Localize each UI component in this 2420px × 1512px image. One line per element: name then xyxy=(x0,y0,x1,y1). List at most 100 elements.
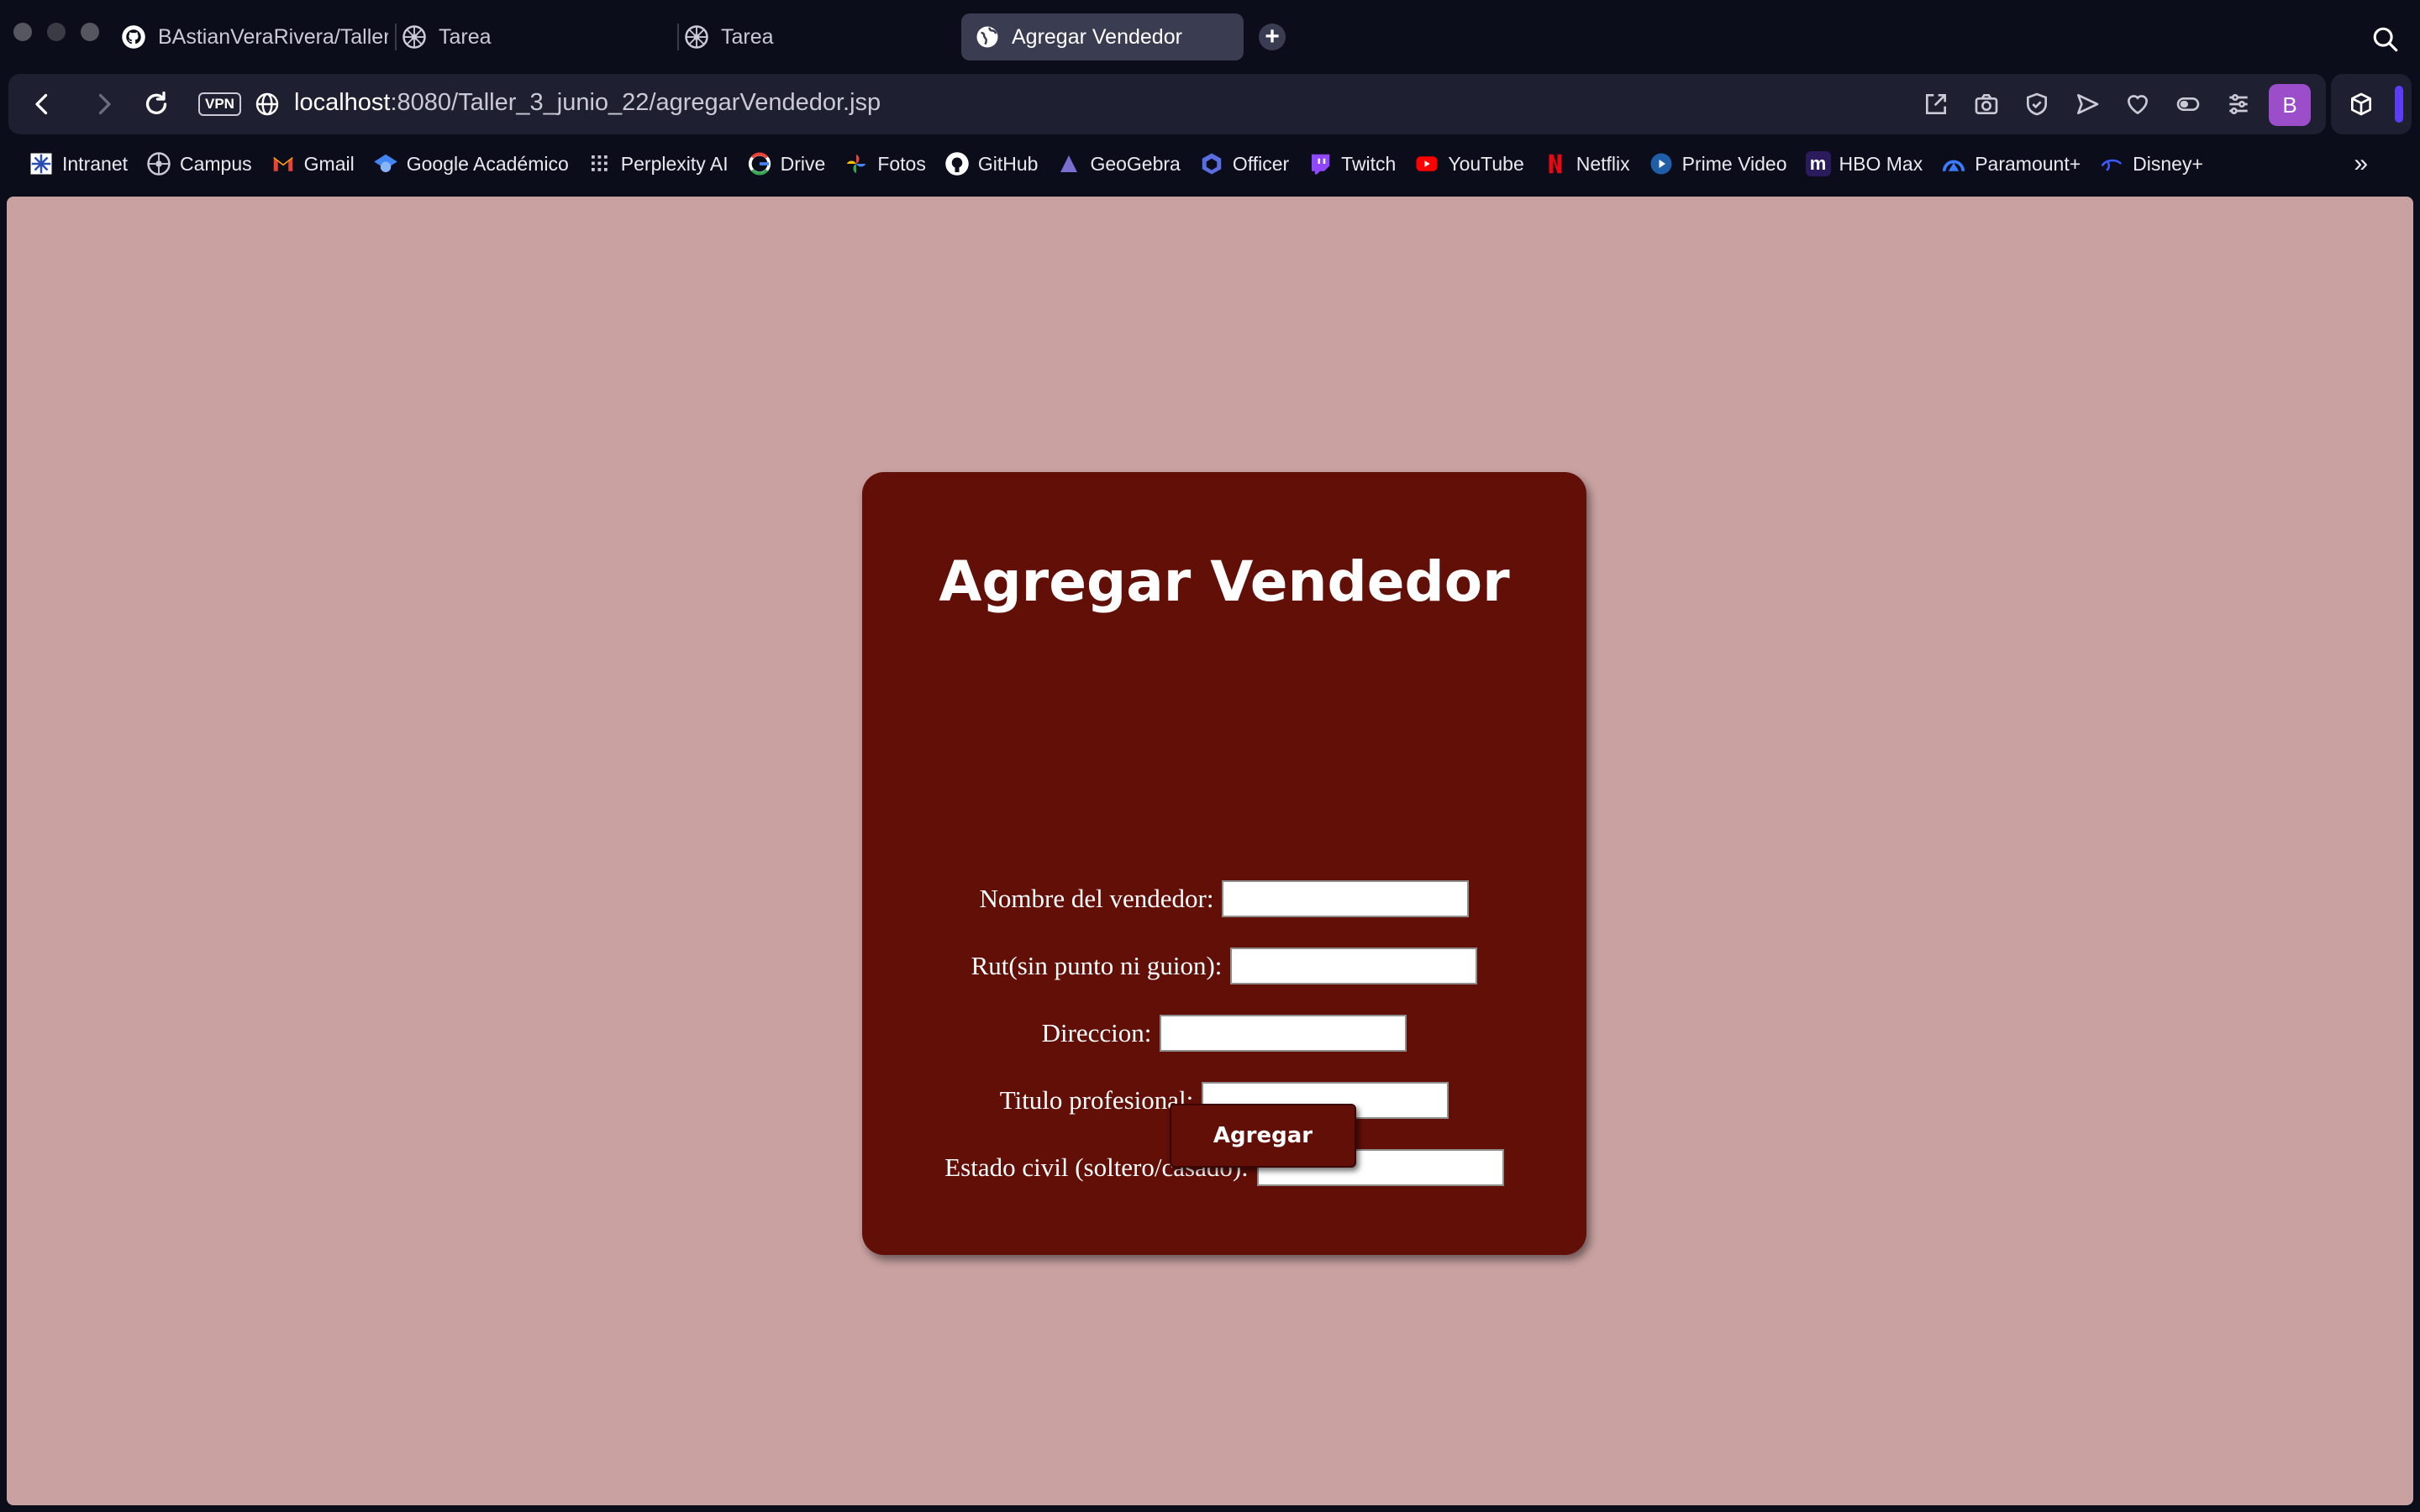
scholar-icon xyxy=(373,151,398,176)
gmail-icon xyxy=(271,151,296,176)
nombre-label: Nombre del vendedor: xyxy=(979,884,1214,913)
site-info-icon[interactable] xyxy=(254,91,281,118)
bookmark-label: Gmail xyxy=(303,152,355,175)
bookmark-github[interactable]: GitHub xyxy=(944,151,1039,176)
rut-label: Rut(sin punto ni guion): xyxy=(971,951,1223,980)
bookmark-label: Campus xyxy=(180,152,252,175)
tab-github[interactable]: BAstianVeraRivera/Taller xyxy=(108,13,388,60)
campus-icon xyxy=(685,25,708,49)
bookmark-officer[interactable]: Officer xyxy=(1199,151,1289,176)
google-icon xyxy=(747,151,772,176)
window-close-button[interactable] xyxy=(13,23,32,41)
tab-title: Tarea xyxy=(439,24,492,49)
direccion-input[interactable] xyxy=(1160,1015,1407,1052)
bookmark-label: Netflix xyxy=(1576,152,1630,175)
bookmark-drive[interactable]: Drive xyxy=(747,151,826,176)
sidebar-accent xyxy=(2395,86,2403,123)
send-icon[interactable] xyxy=(2074,91,2101,118)
titulo-label: Titulo profesional: xyxy=(999,1085,1194,1115)
bookmark-label: Intranet xyxy=(62,152,128,175)
paramount-icon xyxy=(1941,151,1966,176)
twitch-icon xyxy=(1307,151,1333,176)
bookmark-label: Drive xyxy=(780,152,826,175)
settings-sliders-icon[interactable] xyxy=(2225,91,2252,118)
reload-icon[interactable] xyxy=(141,89,171,119)
tab-tarea-2[interactable]: Tarea xyxy=(671,13,948,60)
perplexity-icon xyxy=(587,151,613,176)
bookmark-twitch[interactable]: Twitch xyxy=(1307,151,1396,176)
bookmark-campus[interactable]: Campus xyxy=(146,151,252,176)
bookmark-label: Disney+ xyxy=(2133,152,2203,175)
bookmark-label: Officer xyxy=(1232,152,1290,175)
nombre-input[interactable] xyxy=(1222,880,1470,917)
shield-icon[interactable] xyxy=(2023,91,2050,118)
window-zoom-button[interactable] xyxy=(81,23,99,41)
bookmark-label: HBO Max xyxy=(1839,152,1923,175)
extensions-toolbar xyxy=(2331,74,2412,134)
field-row-nombre: Nombre del vendedor: xyxy=(862,880,1586,917)
disney-icon xyxy=(2099,151,2124,176)
bookmark-netflix[interactable]: Netflix xyxy=(1543,151,1630,176)
tab-tarea-1[interactable]: Tarea xyxy=(388,13,666,60)
campus-icon xyxy=(402,25,426,49)
field-row-rut: Rut(sin punto ni guion): xyxy=(862,948,1586,984)
bookmark-label: Prime Video xyxy=(1681,152,1787,175)
tab-title: BAstianVeraRivera/Taller xyxy=(158,24,388,49)
bookmark-paramount[interactable]: Paramount+ xyxy=(1941,151,2081,176)
new-tab-button[interactable]: + xyxy=(1259,24,1286,50)
intranet-icon xyxy=(29,151,54,176)
bookmark-label: GeoGebra xyxy=(1090,152,1181,175)
bookmarks-overflow-button[interactable]: » xyxy=(2354,150,2368,178)
page-title: Agregar Vendedor xyxy=(939,549,1510,614)
tab-agregar-vendedor[interactable]: Agregar Vendedor xyxy=(961,13,1244,60)
sidebar-toggle-icon[interactable] xyxy=(2175,91,2202,118)
bookmark-label: Paramount+ xyxy=(1975,152,2081,175)
bookmark-fotos[interactable]: Fotos xyxy=(844,151,926,176)
bookmark-label: GitHub xyxy=(977,152,1039,175)
vpn-badge[interactable]: VPN xyxy=(198,92,241,116)
bookmark-prime-video[interactable]: Prime Video xyxy=(1649,151,1787,176)
url-host: localhost xyxy=(294,89,391,116)
campus-icon xyxy=(146,151,171,176)
bookmarks-bar: Intranet Campus Gmail Google Académico P… xyxy=(8,141,2412,186)
photos-icon xyxy=(844,151,869,176)
bookmark-label: Twitch xyxy=(1341,152,1397,175)
geogebra-icon xyxy=(1056,151,1081,176)
bookmark-label: Google Académico xyxy=(406,152,569,175)
bookmark-label: YouTube xyxy=(1448,152,1524,175)
back-icon[interactable] xyxy=(27,89,57,119)
bookmark-youtube[interactable]: YouTube xyxy=(1414,151,1524,176)
bookmark-google-academico[interactable]: Google Académico xyxy=(373,151,569,176)
bookmark-geogebra[interactable]: GeoGebra xyxy=(1056,151,1181,176)
page-viewport: Agregar Vendedor Nombre del vendedor: Ru… xyxy=(7,197,2413,1505)
camera-icon[interactable] xyxy=(1973,91,2000,118)
prime-video-icon xyxy=(1649,151,1674,176)
bookmark-gmail[interactable]: Gmail xyxy=(271,151,355,176)
field-row-direccion: Direccion: xyxy=(862,1015,1586,1052)
bookmark-label: Fotos xyxy=(877,152,926,175)
forward-icon[interactable] xyxy=(89,89,119,119)
address-bar-url[interactable]: localhost:8080/Taller_3_junio_22/agregar… xyxy=(294,89,881,117)
bookmark-perplexity[interactable]: Perplexity AI xyxy=(587,151,729,176)
heart-icon[interactable] xyxy=(2124,91,2151,118)
officer-icon xyxy=(1199,151,1224,176)
globe-icon xyxy=(976,26,998,48)
url-path: :8080/Taller_3_junio_22/agregarVendedor.… xyxy=(390,89,881,116)
bookmark-intranet[interactable]: Intranet xyxy=(29,151,128,176)
bookmark-disney[interactable]: Disney+ xyxy=(2099,151,2203,176)
agregar-button[interactable]: Agregar xyxy=(1170,1104,1356,1168)
github-icon xyxy=(944,151,970,176)
bookmark-label: Perplexity AI xyxy=(620,152,729,175)
direccion-label: Direccion: xyxy=(1041,1018,1152,1047)
tab-strip: BAstianVeraRivera/Taller Tarea Tarea Agr… xyxy=(0,0,2420,72)
hbo-max-icon: m xyxy=(1805,151,1831,176)
github-icon xyxy=(122,25,145,49)
tab-search-icon[interactable] xyxy=(2371,25,2400,54)
window-minimize-button[interactable] xyxy=(47,23,66,41)
profile-avatar[interactable]: B xyxy=(2269,84,2311,126)
share-icon[interactable] xyxy=(1923,91,1949,118)
bookmark-hbo-max[interactable]: m HBO Max xyxy=(1805,151,1923,176)
rut-input[interactable] xyxy=(1230,948,1478,984)
tab-title: Tarea xyxy=(721,24,774,49)
extensions-cube-icon[interactable] xyxy=(2348,91,2375,118)
